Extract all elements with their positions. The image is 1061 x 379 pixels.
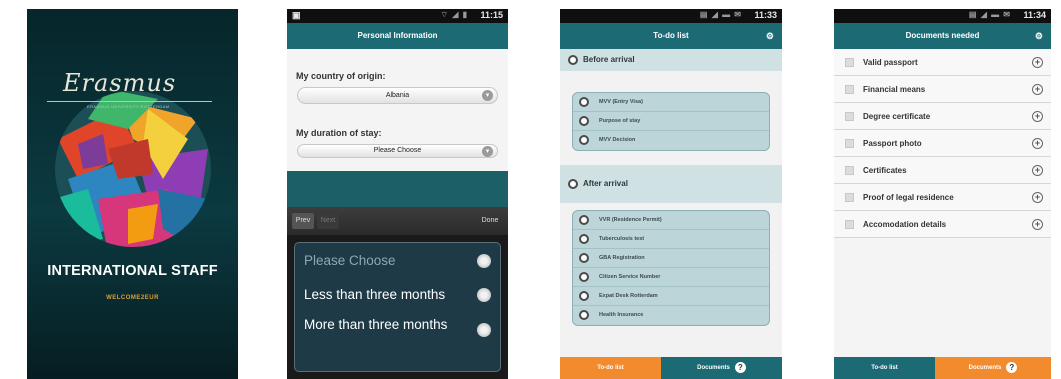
logo-underline — [47, 101, 212, 102]
document-item[interactable]: Passport photo + — [834, 130, 1051, 157]
bottom-tab-bar: To-do list Documents? — [560, 357, 782, 379]
checkbox-icon[interactable] — [845, 139, 854, 148]
bottom-tab-bar: To-do list Documents? — [834, 357, 1051, 379]
plus-circle-icon[interactable]: + — [1032, 219, 1043, 230]
document-item[interactable]: Financial means + — [834, 76, 1051, 103]
option-please-choose[interactable]: Please Choose — [304, 253, 500, 269]
list-item[interactable]: Health Insurance — [573, 306, 769, 325]
plus-circle-icon[interactable]: + — [1032, 138, 1043, 149]
next-button[interactable]: Next — [317, 213, 339, 229]
tab-todo-list[interactable]: To-do list — [560, 357, 661, 379]
checkbox-icon[interactable] — [845, 193, 854, 202]
todo-screen: ▤ ◢ ▬ ✉ 11:33 To-do list ⚙ Before arriva… — [560, 9, 782, 379]
help-icon: ? — [734, 361, 746, 373]
list-item[interactable]: GBA Registration — [573, 249, 769, 268]
list-item[interactable]: VVR (Residence Permit) — [573, 211, 769, 230]
tab-documents[interactable]: Documents? — [935, 357, 1051, 379]
country-label: My country of origin: — [296, 71, 386, 81]
plus-circle-icon — [579, 215, 589, 225]
overlay-dim — [287, 171, 508, 207]
section-before-arrival[interactable]: Before arrival — [560, 49, 782, 71]
checkbox-icon[interactable] — [845, 112, 854, 121]
document-item[interactable]: Degree certificate + — [834, 103, 1051, 130]
duration-label: My duration of stay: — [296, 128, 382, 138]
done-button[interactable]: Done — [477, 213, 503, 229]
collapse-icon — [568, 55, 578, 65]
gear-icon[interactable]: ⚙ — [766, 23, 774, 49]
personal-info-screen: ▣ ⌔ ◢ ▮ 11:15 Personal Information My co… — [287, 9, 508, 379]
plus-circle-icon — [579, 253, 589, 263]
option-more-than-three-months[interactable]: More than three months — [304, 317, 468, 333]
app-subtitle: WELCOME2EUR — [106, 295, 159, 301]
status-bar: ▤ ◢ ▬ ✉ 11:34 — [834, 9, 1051, 23]
radio-icon — [477, 323, 491, 337]
plus-circle-icon — [579, 116, 589, 126]
plus-circle-icon[interactable]: + — [1032, 57, 1043, 68]
plus-circle-icon[interactable]: + — [1032, 84, 1043, 95]
before-arrival-list: MVV (Entry Visa) Purpose of stay MVV Dec… — [572, 92, 770, 151]
plus-circle-icon — [579, 135, 589, 145]
duration-value: Please Choose — [373, 147, 422, 154]
picker-options: Please Choose Less than three months Mor… — [294, 242, 501, 372]
signal-battery-icons: ⌔ ◢ ▮ — [440, 10, 468, 19]
country-value: Albania — [385, 92, 410, 99]
documents-screen: ▤ ◢ ▬ ✉ 11:34 Documents needed ⚙ Valid p… — [834, 9, 1051, 379]
section-after-arrival[interactable]: After arrival — [560, 165, 782, 203]
chevron-down-icon: ▾ — [482, 146, 493, 157]
plus-circle-icon — [579, 291, 589, 301]
signal-battery-icons: ▤ ◢ ▬ ✉ — [968, 10, 1011, 19]
plus-circle-icon[interactable]: + — [1032, 192, 1043, 203]
after-arrival-list: VVR (Residence Permit) Tuberculosis test… — [572, 210, 770, 326]
picker-toolbar: Prev Next Done — [287, 207, 508, 235]
list-item[interactable]: MVV (Entry Visa) — [573, 93, 769, 112]
status-time: 11:34 — [1023, 10, 1046, 20]
radio-icon — [477, 254, 491, 268]
status-time: 11:15 — [480, 10, 503, 20]
university-tagline: ERASMUS UNIVERSITY ROTTERDAM — [87, 104, 170, 109]
erasmus-logo-text: Erasmus — [63, 69, 177, 97]
radio-icon — [477, 288, 491, 302]
list-item[interactable]: MVV Decision — [573, 131, 769, 150]
page-title: Personal Information — [287, 23, 508, 49]
list-item[interactable]: Purpose of stay — [573, 112, 769, 131]
duration-select[interactable]: Please Choose ▾ — [297, 144, 498, 158]
list-item[interactable]: Citizen Service Number — [573, 268, 769, 287]
notification-icon: ▣ — [292, 10, 301, 20]
plus-circle-icon — [579, 234, 589, 244]
option-less-than-three-months[interactable]: Less than three months — [304, 287, 500, 303]
page-title: To-do list ⚙ — [560, 23, 782, 49]
help-icon: ? — [1006, 361, 1018, 373]
collapse-icon — [568, 179, 578, 189]
checkbox-icon[interactable] — [845, 166, 854, 175]
plus-circle-icon[interactable]: + — [1032, 111, 1043, 122]
prev-button[interactable]: Prev — [292, 213, 314, 229]
checkbox-icon[interactable] — [845, 220, 854, 229]
document-item[interactable]: Certificates + — [834, 157, 1051, 184]
document-item[interactable]: Proof of legal residence + — [834, 184, 1051, 211]
document-item[interactable]: Accomodation details + — [834, 211, 1051, 238]
plus-circle-icon — [579, 310, 589, 320]
status-time: 11:33 — [754, 10, 777, 20]
status-bar: ▣ ⌔ ◢ ▮ 11:15 — [287, 9, 508, 23]
checkbox-icon[interactable] — [845, 85, 854, 94]
personal-form: My country of origin: Albania ▾ My durat… — [287, 49, 508, 171]
country-select[interactable]: Albania ▾ — [297, 87, 498, 104]
plus-circle-icon[interactable]: + — [1032, 165, 1043, 176]
document-item[interactable]: Valid passport + — [834, 49, 1051, 76]
gear-icon[interactable]: ⚙ — [1035, 23, 1043, 49]
tab-documents[interactable]: Documents? — [661, 357, 782, 379]
page-title: Documents needed ⚙ — [834, 23, 1051, 49]
checkbox-icon[interactable] — [845, 58, 854, 67]
list-item[interactable]: Expat Desk Rotterdam — [573, 287, 769, 306]
status-bar: ▤ ◢ ▬ ✉ 11:33 — [560, 9, 782, 23]
list-item[interactable]: Tuberculosis test — [573, 230, 769, 249]
splash-screen: Erasmus ERASMUS UNIVERSITY ROTTERDAM INT… — [27, 9, 238, 379]
plus-circle-icon — [579, 272, 589, 282]
chevron-down-icon: ▾ — [482, 90, 493, 101]
plus-circle-icon — [579, 97, 589, 107]
signal-battery-icons: ▤ ◢ ▬ ✉ — [699, 10, 742, 19]
app-title: INTERNATIONAL STAFF — [47, 263, 218, 279]
duration-picker: Please Choose Less than three months Mor… — [287, 235, 508, 379]
tab-todo-list[interactable]: To-do list — [834, 357, 935, 379]
